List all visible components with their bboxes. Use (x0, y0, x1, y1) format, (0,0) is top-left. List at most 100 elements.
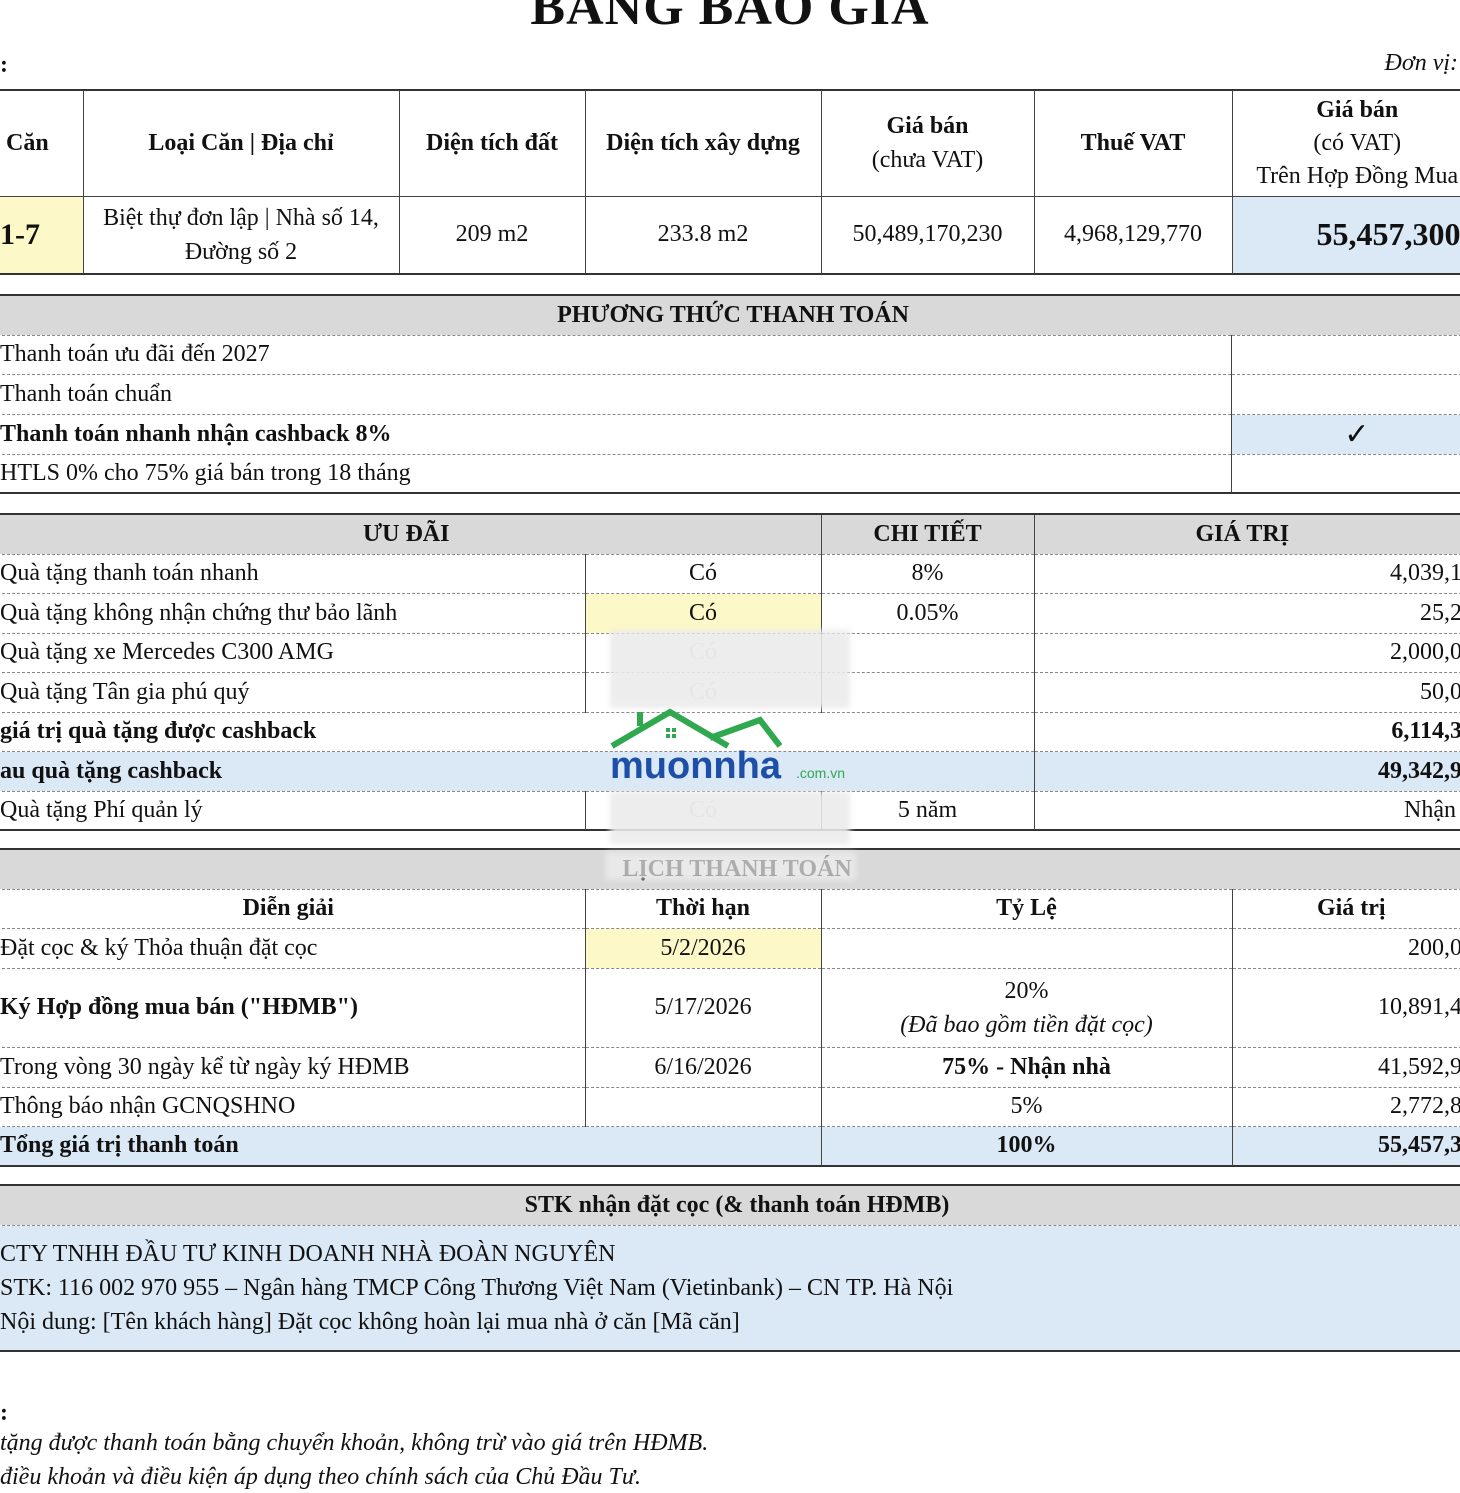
payment-option-label: Thanh toán ưu đãi đến 2027 (0, 335, 1232, 375)
payment-option-mark (1231, 454, 1460, 493)
schedule-table: LỊCH THANH TOÁN Diễn giải Thời hạn Tỷ Lệ… (0, 848, 1460, 1167)
unit-land-area: 209 m2 (399, 196, 586, 274)
unit-row: 1-7 Biệt thự đơn lập | Nhà số 14, Đường … (0, 196, 1460, 274)
schedule-rate: 5% (821, 1087, 1233, 1127)
col-header-unit: Căn (0, 90, 84, 197)
unit-table-header: Căn Loại Căn | Địa chỉ Diện tích đất Diệ… (0, 90, 1460, 197)
schedule-desc: Đặt cọc & ký Thỏa thuận đặt cọc (0, 928, 586, 969)
offers-detail-header: CHI TIẾT (821, 514, 1035, 555)
offer-detail (821, 633, 1035, 673)
unit-price-excl-vat: 50,489,170,230 (821, 196, 1035, 274)
unit-table: Căn Loại Căn | Địa chỉ Diện tích đất Diệ… (0, 89, 1460, 275)
offer-row: Quà tặng không nhận chứng thư bảo lãnh C… (0, 593, 1460, 634)
offer-detail: 0.05% (821, 593, 1035, 634)
offer-label: Quà tặng Tân gia phú quý (0, 672, 586, 713)
bank-details-row: CTY TNHH ĐẦU TƯ KINH DOANH NHÀ ĐOÀN NGUY… (0, 1225, 1460, 1351)
schedule-row: Đặt cọc & ký Thỏa thuận đặt cọc 5/2/2026… (0, 928, 1460, 969)
schedule-value: 200,00 (1232, 928, 1460, 969)
quote-sheet: BẢNG BÁO GIÁ : Đơn vị: Căn Loại Căn | Đị… (0, 0, 1460, 1493)
payment-option-row: Thanh toán chuẩn (0, 374, 1460, 415)
col-header-price-incl: Giá bán (có VAT) Trên Hợp Đồng Mua (1232, 90, 1460, 197)
offers-value-header: GIÁ TRỊ (1034, 514, 1460, 555)
bank-account-number: STK: 116 002 970 955 – Ngân hàng TMCP Cô… (0, 1274, 954, 1301)
payment-option-label: Thanh toán chuẩn (0, 374, 1232, 415)
watermark-blur-strip (606, 852, 856, 880)
payment-method-header-row: PHƯƠNG THỨC THANH TOÁN (0, 295, 1460, 336)
schedule-date (585, 1087, 822, 1127)
offers-header-row: ƯU ĐÃI CHI TIẾT GIÁ TRỊ (0, 514, 1460, 555)
offer-label: Quà tặng không nhận chứng thư bảo lãnh (0, 593, 586, 634)
bank-table: STK nhận đặt cọc (& thanh toán HĐMB) CTY… (0, 1184, 1460, 1352)
col-header-build-area: Diện tích xây dựng (585, 90, 822, 197)
schedule-date: 6/16/2026 (585, 1047, 822, 1088)
schedule-total-label: Tổng giá trị thanh toán (0, 1126, 822, 1166)
schedule-col-value: Giá trị (1232, 889, 1460, 929)
schedule-desc: Ký Hợp đồng mua bán ("HĐMB") (0, 968, 586, 1048)
offer-label: Quà tặng thanh toán nhanh (0, 554, 586, 594)
watermark-blur-top (610, 630, 850, 708)
schedule-value: 10,891,46 (1232, 968, 1460, 1048)
payment-option-mark (1231, 335, 1460, 375)
customer-label-colon: : (0, 52, 8, 78)
offer-value: 4,039,13 (1034, 554, 1460, 594)
schedule-value: 41,592,97 (1232, 1047, 1460, 1088)
col-header-price-incl-line1: Giá bán (1316, 96, 1399, 123)
notes-label-colon: : (0, 1400, 8, 1426)
unit-code: 1-7 (0, 196, 84, 274)
schedule-col-rate: Tỷ Lệ (821, 889, 1233, 929)
schedule-row: Thông báo nhận GCNQSHNO 5% 2,772,86 (0, 1087, 1460, 1127)
col-header-type: Loại Căn | Địa chỉ (83, 90, 400, 197)
unit-type-address: Biệt thự đơn lập | Nhà số 14, Đường số 2 (83, 196, 400, 274)
page-title: BẢNG BÁO GIÁ (530, 0, 930, 36)
col-header-price-incl-line2: (có VAT) (1313, 129, 1402, 156)
col-header-price-excl-line2: (chưa VAT) (871, 147, 984, 174)
offer-value: Nhận d (1404, 796, 1460, 823)
schedule-total-rate: 100% (821, 1126, 1233, 1166)
payment-option-label: HTLS 0% cho 75% giá bán trong 18 tháng (0, 454, 1232, 493)
schedule-total-value: 55,457,30 (1378, 1132, 1460, 1159)
offer-row: Quà tặng thanh toán nhanh Có 8% 4,039,13 (0, 554, 1460, 594)
col-header-vat: Thuế VAT (1034, 90, 1233, 197)
bank-transfer-content: Nội dung: [Tên khách hàng] Đặt cọc không… (0, 1308, 740, 1335)
offer-flag: Có (585, 593, 822, 634)
muonnha-logo: muonnha .com.vn (610, 708, 850, 794)
note-line: điều khoản và điều kiện áp dụng theo chí… (0, 1464, 641, 1490)
schedule-rate-note: (Đã bao gồm tiền đặt cọc) (900, 1011, 1153, 1038)
schedule-desc: Trong vòng 30 ngày kể từ ngày ký HĐMB (0, 1047, 586, 1088)
payment-option-row-selected: Thanh toán nhanh nhận cashback 8% ✓ (0, 414, 1460, 455)
payment-option-mark (1231, 374, 1460, 415)
offer-label: Quà tặng Phí quản lý (0, 791, 586, 830)
col-header-price-excl-line1: Giá bán (886, 113, 969, 140)
offer-detail: 8% (821, 554, 1035, 594)
unit-type-address-line1: Biệt thự đơn lập | Nhà số 14, (103, 204, 379, 231)
offer-value: 2,000,00 (1034, 633, 1460, 673)
col-header-land-area: Diện tích đất (399, 90, 586, 197)
col-header-price-incl-line3: Trên Hợp Đồng Mua (1256, 162, 1459, 189)
offer-label: au quà tặng cashback (0, 751, 1035, 792)
unit-build-area: 233.8 m2 (585, 196, 822, 274)
svg-text:.com.vn: .com.vn (796, 765, 845, 781)
schedule-col-desc: Diễn giải (0, 889, 586, 929)
schedule-desc: Thông báo nhận GCNQSHNO (0, 1087, 586, 1127)
schedule-date: 5/2/2026 (585, 928, 822, 969)
unit-price-incl-vat: 55,457,300, (1232, 196, 1460, 274)
offers-header: ƯU ĐÃI (0, 514, 822, 555)
note-line: tặng được thanh toán bằng chuyển khoản, … (0, 1430, 709, 1456)
payment-option-label: Thanh toán nhanh nhận cashback 8% (0, 414, 1232, 455)
schedule-row: Trong vòng 30 ngày kể từ ngày ký HĐMB 6/… (0, 1047, 1460, 1088)
bank-company-name: CTY TNHH ĐẦU TƯ KINH DOANH NHÀ ĐOÀN NGUY… (0, 1240, 616, 1267)
watermark-blur-bottom (610, 792, 850, 844)
schedule-rate: 75% - Nhận nhà (821, 1047, 1233, 1088)
offer-flag: Có (585, 554, 822, 594)
bank-details: CTY TNHH ĐẦU TƯ KINH DOANH NHÀ ĐOÀN NGUY… (0, 1225, 1460, 1351)
checkmark-icon: ✓ (1231, 414, 1460, 455)
payment-option-row: HTLS 0% cho 75% giá bán trong 18 tháng (0, 454, 1460, 493)
schedule-rate (821, 928, 1233, 969)
offer-label: Quà tặng xe Mercedes C300 AMG (0, 633, 586, 673)
col-header-price-excl: Giá bán (chưa VAT) (821, 90, 1035, 197)
offer-detail: 5 năm (821, 791, 1035, 830)
offer-value: 49,342,92 (1034, 751, 1460, 792)
svg-text:muonnha: muonnha (610, 745, 782, 787)
unit-label: Đơn vị: (1384, 50, 1458, 76)
schedule-col-date: Thời hạn (585, 889, 822, 929)
